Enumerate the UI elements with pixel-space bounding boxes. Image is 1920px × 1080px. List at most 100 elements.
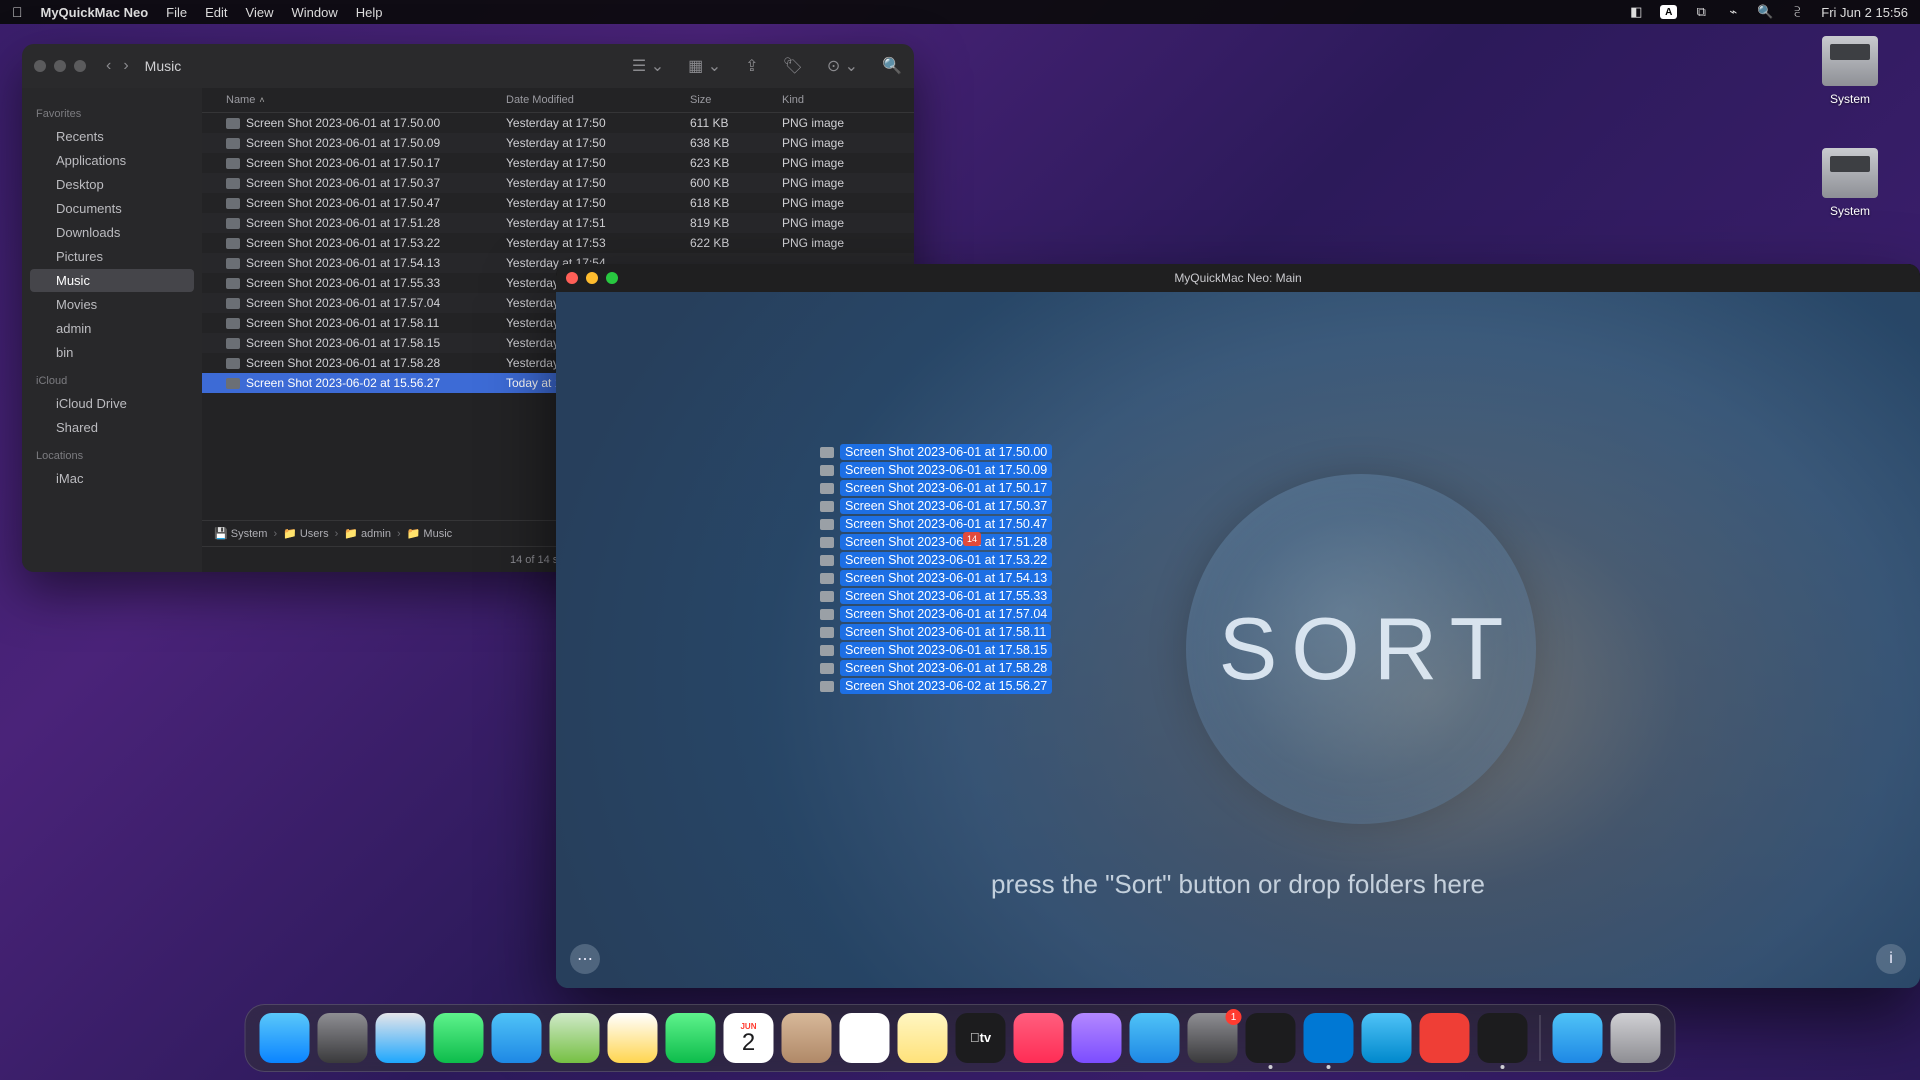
search-icon[interactable]: 🔍 [882,56,902,76]
path-segment[interactable]: 📁 Music [407,527,452,540]
sidebar-item-recents[interactable]: Recents [30,125,194,148]
sidebar-item-shared[interactable]: Shared [30,416,194,439]
sort-button[interactable]: SORT [1186,474,1536,824]
dock-vscode-icon[interactable] [1304,1013,1354,1063]
dock-music-icon[interactable] [1014,1013,1064,1063]
dragged-file: Screen Shot 2023-06-01 at 17.50.47 [820,516,1052,532]
path-segment[interactable]: 📁 Users [283,527,328,540]
column-headers: Name˄ Date Modified Size Kind [202,88,914,113]
dock-anydesk-icon[interactable] [1420,1013,1470,1063]
sidebar-item-desktop[interactable]: Desktop [30,173,194,196]
path-segment[interactable]: 💾 System [214,527,267,540]
sidebar-item-applications[interactable]: Applications [30,149,194,172]
group-icon[interactable]: ▦ ⌄ [688,56,721,76]
table-row[interactable]: Screen Shot 2023-06-01 at 17.50.37Yester… [202,173,914,193]
table-row[interactable]: Screen Shot 2023-06-01 at 17.53.22Yester… [202,233,914,253]
app-name[interactable]: MyQuickMac Neo [41,5,149,20]
dock-reminders-icon[interactable] [840,1013,890,1063]
table-row[interactable]: Screen Shot 2023-06-01 at 17.50.00Yester… [202,113,914,133]
running-indicator [1269,1065,1273,1069]
tags-icon[interactable]: 🏷 [783,56,803,76]
menu-extra-icon[interactable]: ◧ [1628,4,1644,20]
dock-screenrec-icon[interactable] [1478,1013,1528,1063]
menu-file[interactable]: File [166,5,187,20]
drop-zone[interactable]: SORT press the "Sort" button or drop fol… [556,292,1920,988]
myquickmac-window[interactable]: MyQuickMac Neo: Main SORT press the "Sor… [556,264,1920,988]
view-list-icon[interactable]: ☰ ⌄ [632,56,664,76]
dock-settings-icon[interactable]: 1 [1188,1013,1238,1063]
dock-mail-icon[interactable] [492,1013,542,1063]
dock-finder-icon[interactable] [260,1013,310,1063]
table-row[interactable]: Screen Shot 2023-06-01 at 17.51.28Yester… [202,213,914,233]
dragged-file-label: Screen Shot 2023-06-01 at 17.58.15 [840,642,1052,658]
menu-edit[interactable]: Edit [205,5,227,20]
file-date: Yesterday at 17:50 [506,136,690,150]
menu-help[interactable]: Help [356,5,383,20]
sidebar-item-downloads[interactable]: Downloads [30,221,194,244]
dock-downloads-icon[interactable] [1553,1013,1603,1063]
dock-telegram-icon[interactable] [1362,1013,1412,1063]
desktop-drive[interactable]: System [1810,148,1890,218]
control-center-icon[interactable]: ⫔ [1789,4,1805,20]
battery-icon[interactable]: ⌁ [1725,4,1741,20]
back-icon[interactable]: ‹ [106,57,111,75]
table-row[interactable]: Screen Shot 2023-06-01 at 17.50.09 Yester… [202,133,914,153]
spotlight-icon[interactable]: 🔍 [1757,4,1773,20]
file-thumb-icon [226,198,240,209]
dock-terminal-icon[interactable] [1246,1013,1296,1063]
dock-tv-icon[interactable]: tv [956,1013,1006,1063]
dock-trash-icon[interactable] [1611,1013,1661,1063]
col-size[interactable]: Size [690,94,782,106]
dock-podcasts-icon[interactable] [1072,1013,1122,1063]
menu-view[interactable]: View [246,5,274,20]
dock-notes-icon[interactable] [898,1013,948,1063]
dragged-file: Screen Shot 2023-06-01 at 17.50.17 [820,480,1052,496]
table-row[interactable]: Screen Shot 2023-06-01 at 17.50.47Yester… [202,193,914,213]
col-date[interactable]: Date Modified [506,94,690,106]
sidebar-item-bin[interactable]: bin [30,341,194,364]
sidebar-item-icloud-drive[interactable]: iCloud Drive [30,392,194,415]
stage-manager-icon[interactable]: ⧉ [1693,4,1709,20]
minimize-icon[interactable] [54,60,66,72]
col-kind[interactable]: Kind [782,94,904,106]
file-name: Screen Shot 2023-06-01 at 17.50.09 [246,136,440,150]
dock-facetime-icon[interactable] [666,1013,716,1063]
file-name: Screen Shot 2023-06-01 at 17.58.15 [246,336,440,350]
dragged-file: Screen Shot 2023-06-02 at 15.56.27 [820,678,1052,694]
table-row[interactable]: Screen Shot 2023-06-01 at 17.50.17Yester… [202,153,914,173]
sidebar-item-admin[interactable]: admin [30,317,194,340]
path-segment[interactable]: 📁 admin [344,527,391,540]
sidebar-section-head: iCloud [22,365,202,391]
file-name: Screen Shot 2023-06-01 at 17.57.04 [246,296,440,310]
dock-appstore-icon[interactable] [1130,1013,1180,1063]
zoom-icon[interactable] [74,60,86,72]
file-thumb-icon [226,238,240,249]
menu-window[interactable]: Window [291,5,337,20]
close-icon[interactable] [34,60,46,72]
sidebar-item-documents[interactable]: Documents [30,197,194,220]
apple-menu-icon[interactable]:  [12,4,23,20]
dock-messages-icon[interactable] [434,1013,484,1063]
dock-photos-icon[interactable] [608,1013,658,1063]
input-source-icon[interactable]: A [1660,5,1677,19]
dock-maps-icon[interactable] [550,1013,600,1063]
dock-safari-icon[interactable] [376,1013,426,1063]
forward-icon[interactable]: › [123,57,128,75]
sidebar-item-music[interactable]: Music [30,269,194,292]
more-icon[interactable]: ⋯ [570,944,600,974]
action-icon[interactable]: ⊙ ⌄ [827,56,858,76]
sidebar-item-pictures[interactable]: Pictures [30,245,194,268]
share-icon[interactable]: ⇪ [745,56,758,76]
dock-launchpad-icon[interactable] [318,1013,368,1063]
col-name[interactable]: Name˄ [226,94,506,106]
dragged-file-label: Screen Shot 2023-06-01 at 17.54.13 [840,570,1052,586]
clock[interactable]: Fri Jun 2 15:56 [1821,5,1908,20]
desktop-drive[interactable]: System [1810,36,1890,106]
info-icon[interactable]: i [1876,944,1906,974]
finder-title: Music [145,58,182,74]
sidebar-item-movies[interactable]: Movies [30,293,194,316]
dock-calendar-icon[interactable]: JUN2 [724,1013,774,1063]
file-date: Yesterday at 17:50 [506,116,690,130]
sidebar-item-imac[interactable]: iMac [30,467,194,490]
dock-contacts-icon[interactable] [782,1013,832,1063]
